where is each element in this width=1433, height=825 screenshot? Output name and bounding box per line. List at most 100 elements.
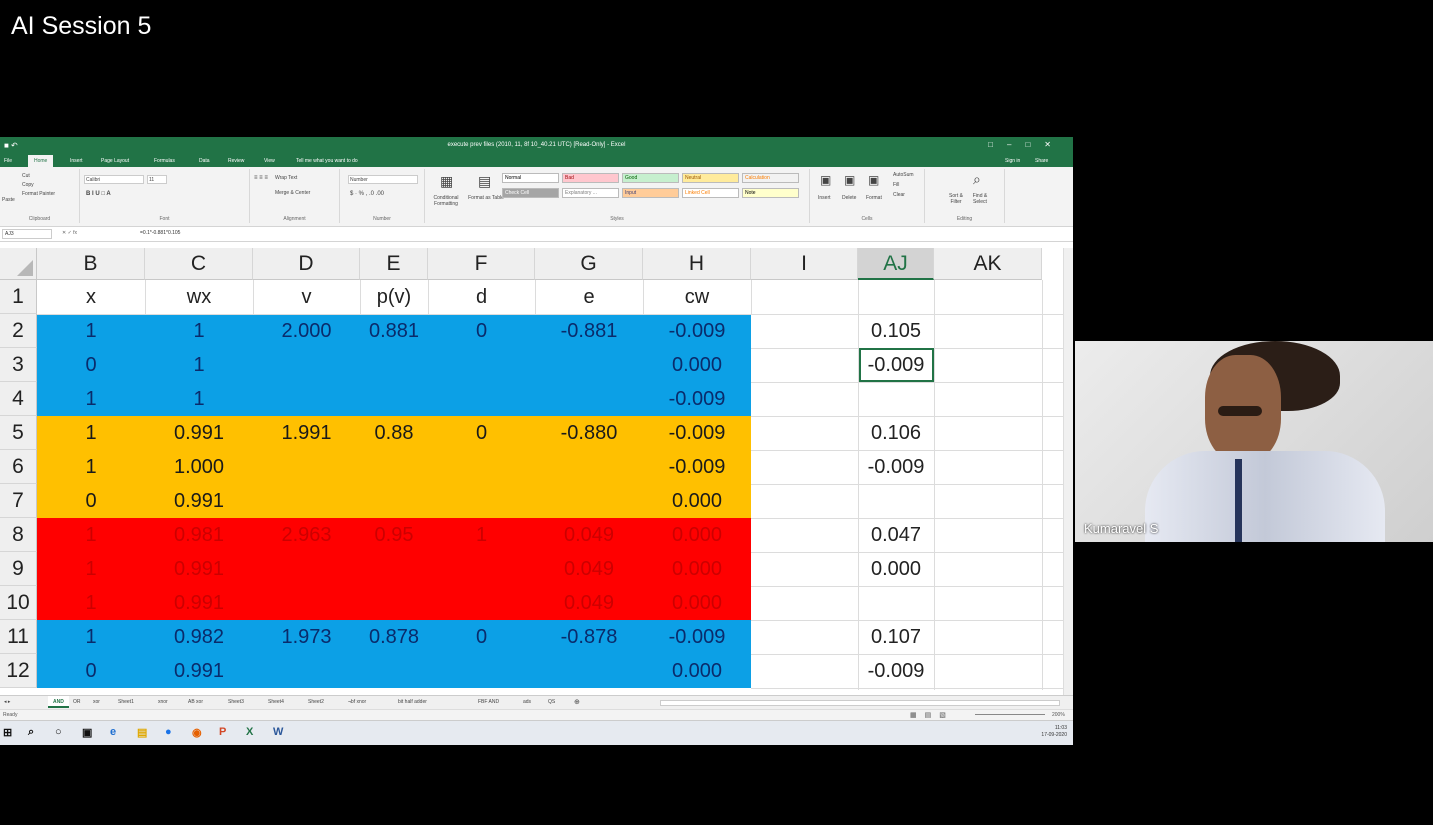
system-tray-clock[interactable]: 11:03 17-09-2020: [1041, 725, 1067, 739]
column-header-aj[interactable]: AJ: [858, 248, 934, 280]
data-cell[interactable]: 0.981: [145, 518, 253, 552]
data-cell[interactable]: -0.880: [535, 416, 643, 450]
tab-formulas[interactable]: Formulas: [154, 158, 175, 164]
sort-filter-button[interactable]: Sort & Filter: [945, 193, 967, 205]
row-header[interactable]: 8: [0, 518, 37, 552]
copy-button[interactable]: Copy: [22, 182, 34, 188]
format-icon[interactable]: ▣: [868, 173, 879, 187]
data-cell[interactable]: 0: [428, 620, 535, 654]
cell-style-normal[interactable]: Normal: [502, 173, 559, 183]
sheet-tab-bf-xnor[interactable]: ¬bf xnor: [348, 699, 366, 705]
data-cell[interactable]: -0.009: [643, 382, 751, 416]
powerpoint-icon[interactable]: P: [219, 726, 226, 738]
cortana-icon[interactable]: ○: [55, 726, 62, 738]
insert-icon[interactable]: ▣: [820, 173, 831, 187]
data-cell[interactable]: 0.991: [145, 552, 253, 586]
sheet-tab-and[interactable]: AND: [48, 696, 69, 708]
tab-insert[interactable]: Insert: [70, 158, 83, 164]
sheet-tab-or[interactable]: OR: [73, 699, 81, 705]
format-cells-button[interactable]: Format: [866, 195, 882, 201]
column-header-e[interactable]: E: [360, 248, 428, 280]
data-cell[interactable]: -0.878: [535, 620, 643, 654]
tab-home[interactable]: Home: [28, 155, 54, 167]
row-header[interactable]: 3: [0, 348, 37, 382]
delete-cells-button[interactable]: Delete: [842, 195, 856, 201]
conditional-formatting-button[interactable]: Conditional Formatting: [428, 195, 464, 207]
sheet-tab-sheet4[interactable]: Sheet4: [268, 699, 284, 705]
data-cell[interactable]: 1: [428, 518, 535, 552]
row-header[interactable]: 7: [0, 484, 37, 518]
data-cell[interactable]: 0: [428, 314, 535, 348]
data-cell[interactable]: 0.000: [643, 484, 751, 518]
sheet-tab-bit-half-adder[interactable]: bit half adder: [398, 699, 427, 705]
conditional-formatting-icon[interactable]: ▦: [440, 173, 453, 190]
font-size-select[interactable]: 11: [147, 175, 167, 184]
data-cell[interactable]: 1: [145, 382, 253, 416]
search-icon[interactable]: ⌕: [28, 726, 34, 739]
data-cell[interactable]: 0.982: [145, 620, 253, 654]
cell-style-bad[interactable]: Bad: [562, 173, 619, 183]
find-select-button[interactable]: Find & Select: [969, 193, 991, 205]
data-cell[interactable]: 0.991: [145, 654, 253, 688]
sheet-tab-xor[interactable]: xor: [93, 699, 100, 705]
data-cell[interactable]: 1.991: [253, 416, 360, 450]
sheet-tab-sheet3[interactable]: Sheet3: [228, 699, 244, 705]
horizontal-scrollbar[interactable]: [660, 700, 1060, 706]
task-view-icon[interactable]: ▣: [82, 726, 92, 739]
data-cell[interactable]: 1.000: [145, 450, 253, 484]
format-painter-button[interactable]: Format Painter: [22, 191, 55, 197]
select-all-corner[interactable]: [0, 248, 37, 280]
data-cell[interactable]: 0.049: [535, 586, 643, 620]
cell-style-neutral[interactable]: Neutral: [682, 173, 739, 183]
firefox-icon[interactable]: ◉: [192, 726, 202, 739]
delete-icon[interactable]: ▣: [844, 173, 855, 187]
autosum-button[interactable]: AutoSum: [893, 172, 914, 178]
edge-icon[interactable]: e: [110, 726, 116, 738]
data-cell[interactable]: 0: [37, 484, 145, 518]
row-header[interactable]: 2: [0, 314, 37, 348]
data-cell[interactable]: 0.991: [145, 484, 253, 518]
cell-style-good[interactable]: Good: [622, 173, 679, 183]
data-cell[interactable]: 0.000: [643, 552, 751, 586]
data-cell[interactable]: 0.047: [858, 518, 934, 552]
sheet-tab-fbf-and[interactable]: FBF AND: [478, 699, 499, 705]
row-header[interactable]: 12: [0, 654, 37, 688]
column-header-i[interactable]: I: [751, 248, 858, 280]
data-cell[interactable]: 1: [37, 382, 145, 416]
data-cell[interactable]: -0.009: [858, 450, 934, 484]
cell-style-calculation[interactable]: Calculation: [742, 173, 799, 183]
header-cell-v[interactable]: v: [253, 280, 360, 314]
insert-cells-button[interactable]: Insert: [818, 195, 831, 201]
sheet-tab-ads[interactable]: ads: [523, 699, 531, 705]
data-cell[interactable]: 1: [37, 586, 145, 620]
fx-icon[interactable]: ✕ ✓ fx: [62, 230, 77, 236]
data-cell[interactable]: 0.000: [643, 654, 751, 688]
sheet-tab-sheet2[interactable]: Sheet2: [308, 699, 324, 705]
data-cell[interactable]: 0.88: [360, 416, 428, 450]
data-cell[interactable]: 1: [37, 552, 145, 586]
data-cell[interactable]: -0.009: [643, 314, 751, 348]
data-cell[interactable]: 1: [37, 620, 145, 654]
tab-view[interactable]: View: [264, 158, 275, 164]
data-cell[interactable]: 1: [145, 314, 253, 348]
column-header-h[interactable]: H: [643, 248, 751, 280]
data-cell[interactable]: -0.009: [643, 620, 751, 654]
data-cell[interactable]: 0: [428, 416, 535, 450]
data-cell[interactable]: 0.049: [535, 552, 643, 586]
account-share[interactable]: Share: [1035, 158, 1048, 164]
name-box[interactable]: AJ3: [2, 229, 52, 239]
windows-start-icon[interactable]: ⊞: [3, 726, 12, 739]
formula-input[interactable]: =0.1*-0.881*0.105: [140, 230, 180, 236]
merge-center-button[interactable]: Merge & Center: [275, 190, 310, 196]
row-header[interactable]: 5: [0, 416, 37, 450]
sheet-nav-arrows[interactable]: ◂ ▸: [4, 699, 10, 705]
data-cell[interactable]: 1.973: [253, 620, 360, 654]
data-cell[interactable]: 0.105: [858, 314, 934, 348]
row-header[interactable]: 9: [0, 552, 37, 586]
header-cell-p-v[interactable]: p(v): [360, 280, 428, 314]
file-explorer-icon[interactable]: ▤: [137, 726, 147, 739]
format-table-icon[interactable]: ▤: [478, 173, 491, 190]
sheet-tab-ab-xor[interactable]: AB xor: [188, 699, 203, 705]
data-cell[interactable]: -0.009: [643, 416, 751, 450]
data-cell[interactable]: 1: [145, 348, 253, 382]
